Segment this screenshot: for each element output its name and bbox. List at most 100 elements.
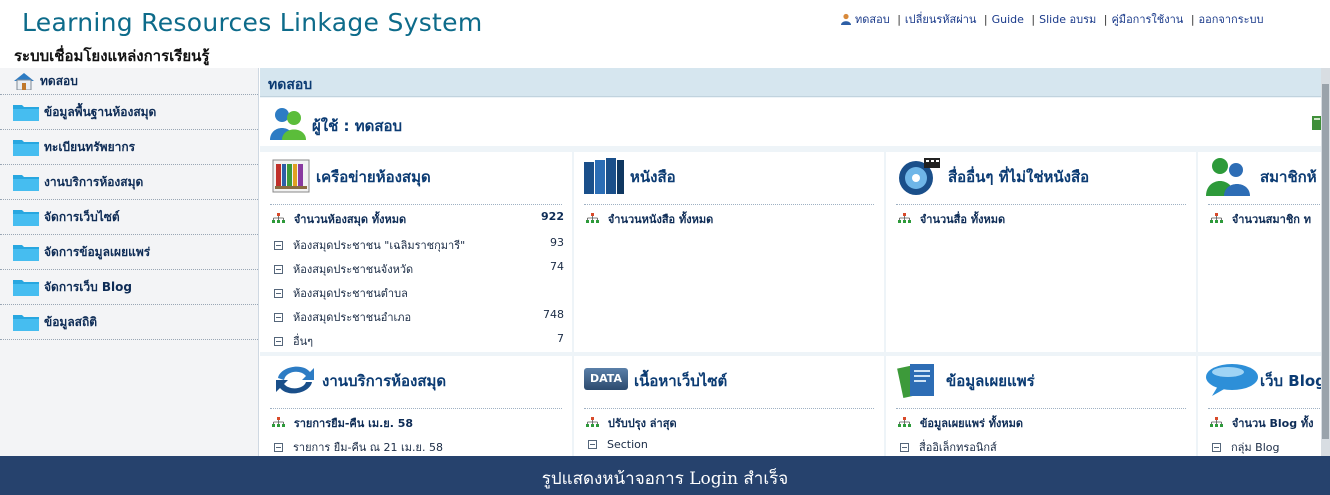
total-row: รายการยืม-คืน เม.ย. 58 bbox=[272, 414, 564, 432]
total-label: รายการยืม-คืน เม.ย. 58 bbox=[293, 417, 414, 430]
list-item-value: 93 bbox=[550, 236, 564, 249]
sidebar-item-home[interactable]: ทดสอบ bbox=[0, 68, 258, 95]
total-row: จำนวนหนังสือ ทั้งหมด bbox=[586, 210, 876, 228]
total-row: จำนวน Blog ทั้ง bbox=[1210, 414, 1322, 432]
panel-title: ข้อมูลเผยแพร่ bbox=[946, 372, 1035, 390]
total-label: จำนวนสื่อ ทั้งหมด bbox=[919, 213, 1006, 226]
scrollbar-thumb[interactable] bbox=[1322, 84, 1329, 439]
total-value: 922 bbox=[541, 210, 564, 223]
network-icon bbox=[898, 213, 911, 223]
logout-link[interactable]: ออกจากระบบ bbox=[1199, 13, 1264, 26]
list-item[interactable]: รายการ ยืม-คืน ณ 21 เม.ย. 58 bbox=[274, 438, 564, 456]
divider bbox=[584, 204, 874, 205]
separator: | bbox=[1031, 13, 1036, 26]
total-label: จำนวนสมาชิก ท bbox=[1231, 213, 1312, 226]
sidebar-item-label: จัดการเว็บ Blog bbox=[44, 279, 133, 294]
separator: | bbox=[1190, 13, 1195, 26]
data-badge-icon: DATA bbox=[584, 368, 628, 390]
panel-title: หนังสือ bbox=[630, 168, 676, 186]
sidebar-item-label: ทะเบียนทรัพยากร bbox=[44, 139, 136, 154]
panel-title: งานบริการห้องสมุด bbox=[322, 372, 447, 390]
user-link[interactable]: ทดสอบ bbox=[855, 13, 890, 26]
sidebar: ทดสอบ ข้อมูลพื้นฐานห้องสมุด ทะเบียนทรัพย… bbox=[0, 68, 259, 456]
guide-link[interactable]: Guide bbox=[992, 13, 1024, 26]
panel-title: เครือข่ายห้องสมุด bbox=[316, 168, 431, 186]
list-item[interactable]: อื่นๆ 7 bbox=[274, 332, 564, 350]
panel-header: สมาชิกห้ bbox=[1198, 152, 1330, 198]
divider bbox=[896, 204, 1186, 205]
panel-header: เว็บ Blog bbox=[1198, 356, 1330, 402]
collapse-icon[interactable] bbox=[274, 313, 283, 322]
sidebar-item-label: ข้อมูลพื้นฐานห้องสมุด bbox=[44, 104, 157, 119]
total-label: จำนวนห้องสมุด ทั้งหมด bbox=[293, 213, 407, 226]
divider bbox=[1208, 204, 1320, 205]
list-item[interactable]: ห้องสมุดประชาชนอำเภอ 748 bbox=[274, 308, 564, 326]
sidebar-item-statistics[interactable]: ข้อมูลสถิติ bbox=[0, 305, 258, 340]
sidebar-item-library-info[interactable]: ข้อมูลพื้นฐานห้องสมุด bbox=[0, 95, 258, 130]
list-item-label: ห้องสมุดประชาชนตำบล bbox=[293, 287, 408, 300]
sidebar-item-label: จัดการข้อมูลเผยแพร่ bbox=[44, 244, 151, 259]
network-icon bbox=[586, 213, 599, 223]
disc-icon bbox=[899, 158, 940, 195]
panel-header: หนังสือ bbox=[574, 152, 884, 198]
sidebar-item-label: ข้อมูลสถิติ bbox=[44, 314, 98, 329]
list-item-label: รายการ ยืม-คืน ณ 21 เม.ย. 58 bbox=[293, 441, 443, 454]
network-icon bbox=[898, 417, 911, 427]
refresh-icon bbox=[276, 366, 314, 394]
list-item-label: Section bbox=[607, 438, 648, 451]
collapse-icon[interactable] bbox=[588, 440, 597, 449]
divider bbox=[270, 408, 562, 409]
panel-header: DATA เนื้อหาเว็บไซต์ bbox=[574, 356, 884, 402]
collapse-icon[interactable] bbox=[274, 289, 283, 298]
list-item-value: 74 bbox=[550, 260, 564, 273]
header: Learning Resources Linkage System ระบบเช… bbox=[0, 0, 1330, 68]
collapse-icon[interactable] bbox=[1212, 443, 1221, 452]
collapse-icon[interactable] bbox=[900, 443, 909, 452]
network-icon bbox=[272, 417, 285, 427]
total-label: ข้อมูลเผยแพร่ ทั้งหมด bbox=[919, 417, 1023, 430]
app-title: Learning Resources Linkage System bbox=[22, 8, 483, 37]
list-item-label: ห้องสมุดประชาชนจังหวัด bbox=[293, 263, 414, 276]
change-password-link[interactable]: เปลี่ยนรหัสผ่าน bbox=[905, 13, 976, 26]
list-item[interactable]: ห้องสมุดประชาชนตำบล bbox=[274, 284, 564, 302]
separator: | bbox=[897, 13, 901, 26]
panel-header: งานบริการห้องสมุด bbox=[260, 356, 572, 402]
user-bar: ผู้ใช้ : ทดสอบ bbox=[260, 98, 1330, 146]
panel-title: สมาชิกห้ bbox=[1260, 168, 1317, 186]
list-item[interactable]: กลุ่ม Blog bbox=[1212, 438, 1322, 456]
network-icon bbox=[1210, 417, 1223, 427]
collapse-icon[interactable] bbox=[274, 241, 283, 250]
total-label: จำนวน Blog ทั้ง bbox=[1231, 417, 1314, 430]
list-item[interactable]: สื่ออิเล็กทรอนิกส์ bbox=[900, 438, 1188, 456]
network-icon bbox=[586, 417, 599, 427]
collapse-icon[interactable] bbox=[274, 337, 283, 346]
collapse-icon[interactable] bbox=[274, 443, 283, 452]
scrollbar[interactable] bbox=[1321, 68, 1330, 456]
manual-link[interactable]: คู่มือการใช้งาน bbox=[1111, 13, 1183, 26]
panel-members: สมาชิกห้ จำนวนสมาชิก ท bbox=[1198, 152, 1330, 352]
page-header: ทดสอบ bbox=[260, 68, 1330, 97]
panel-header: ข้อมูลเผยแพร่ bbox=[886, 356, 1196, 402]
sidebar-item-blog[interactable]: จัดการเว็บ Blog bbox=[0, 270, 258, 305]
divider bbox=[584, 408, 874, 409]
sidebar-item-services[interactable]: งานบริการห้องสมุด bbox=[0, 165, 258, 200]
sidebar-item-website[interactable]: จัดการเว็บไซต์ bbox=[0, 200, 258, 235]
list-item-label: สื่ออิเล็กทรอนิกส์ bbox=[919, 441, 997, 454]
list-item[interactable]: Section bbox=[588, 438, 876, 451]
main-content: ทดสอบ ผู้ใช้ : ทดสอบ เครือข่ายห้องสมุด จ… bbox=[260, 68, 1330, 456]
books-icon bbox=[584, 158, 624, 194]
collapse-icon[interactable] bbox=[274, 265, 283, 274]
list-item[interactable]: ห้องสมุดประชาชนจังหวัด 74 bbox=[274, 260, 564, 278]
page-title: ทดสอบ bbox=[268, 77, 313, 93]
sidebar-item-publish[interactable]: จัดการข้อมูลเผยแพร่ bbox=[0, 235, 258, 270]
sidebar-item-resources[interactable]: ทะเบียนทรัพยากร bbox=[0, 130, 258, 165]
divider bbox=[1208, 408, 1320, 409]
library-icon bbox=[272, 159, 310, 193]
panel-title: เว็บ Blog bbox=[1260, 372, 1326, 390]
network-icon bbox=[272, 213, 285, 223]
list-item[interactable]: ห้องสมุดประชาชน "เฉลิมราชกุมารี" 93 bbox=[274, 236, 564, 254]
total-row: ปรับปรุง ล่าสุด bbox=[586, 414, 876, 432]
panel-title: เนื้อหาเว็บไซต์ bbox=[634, 372, 728, 390]
slide-link[interactable]: Slide อบรม bbox=[1039, 13, 1096, 26]
divider bbox=[270, 204, 562, 205]
